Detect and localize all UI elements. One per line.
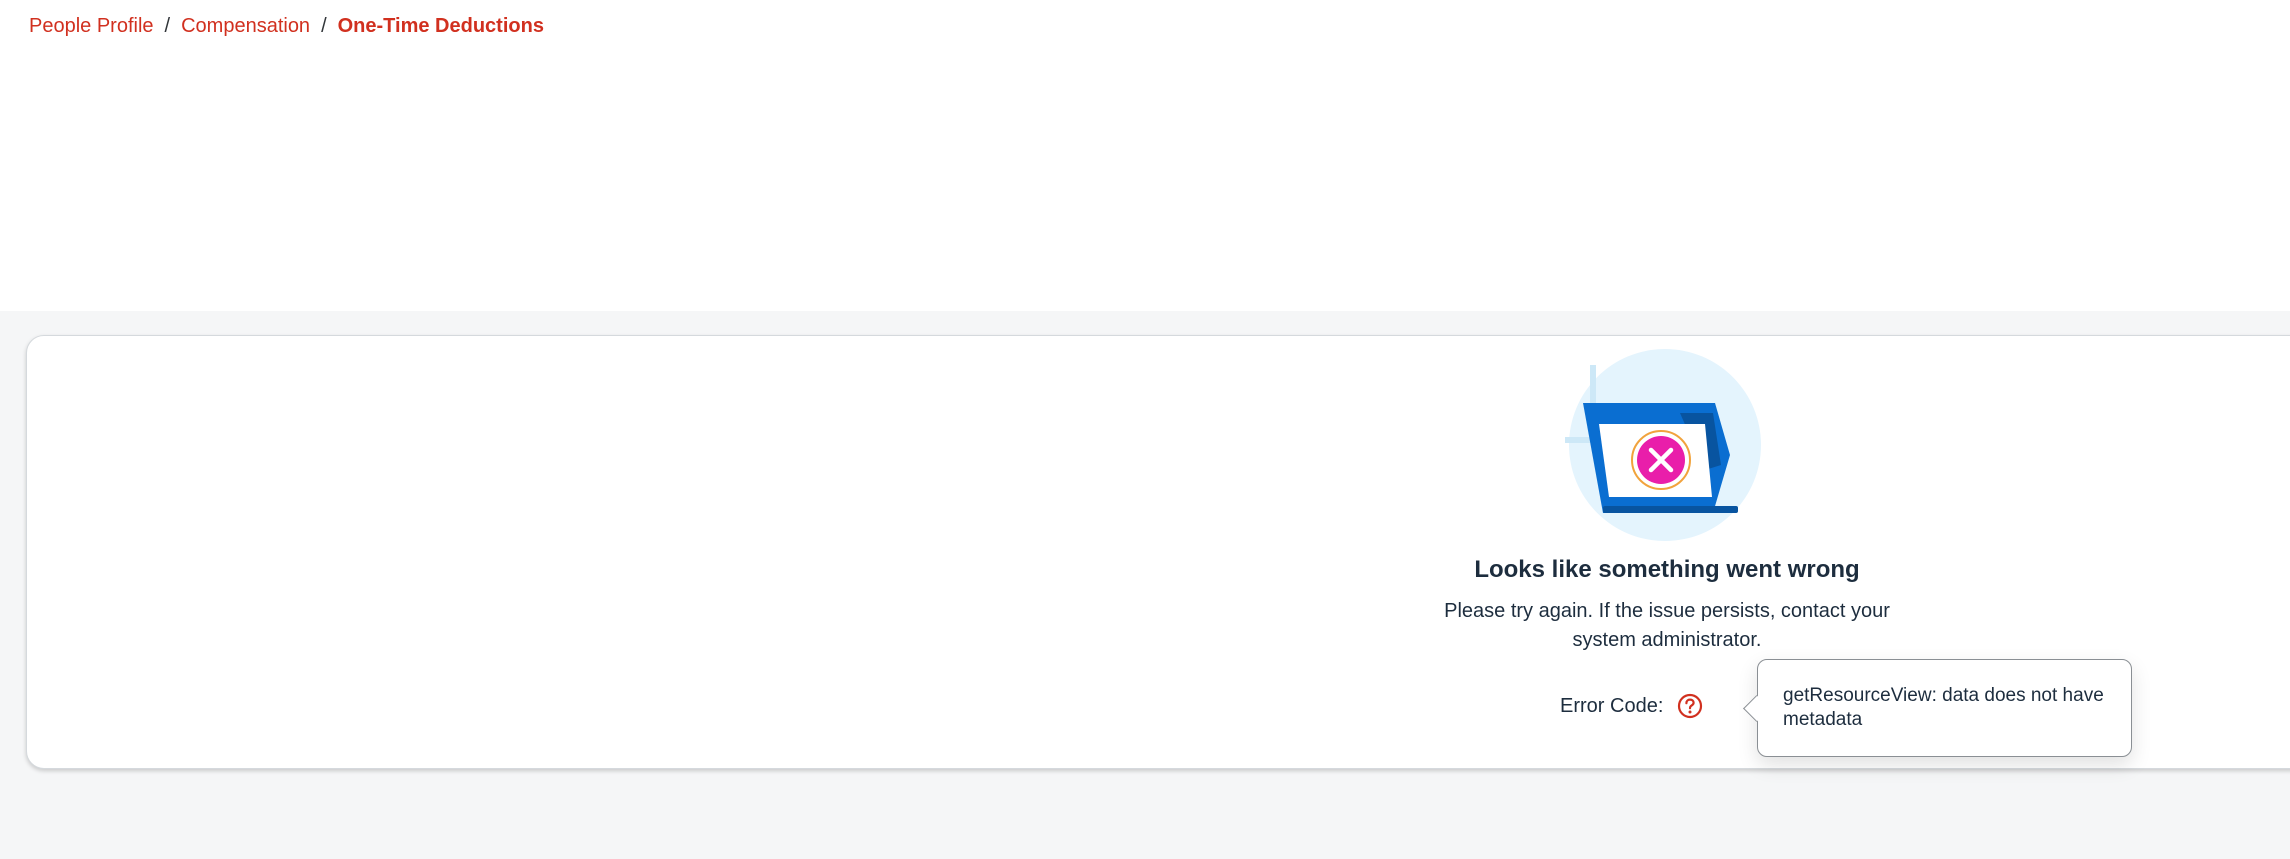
error-code-popover: getResourceView: data does not have meta… <box>1743 659 2132 757</box>
breadcrumb: People Profile / Compensation / One-Time… <box>29 13 544 39</box>
breadcrumb-separator: / <box>321 15 327 37</box>
error-description: Please try again. If the issue persists,… <box>1444 600 1890 651</box>
breadcrumb-link-people-profile[interactable]: People Profile <box>29 13 154 39</box>
error-code-label: Error Code: <box>1560 694 1664 717</box>
popover-text: getResourceView: data does not have meta… <box>1783 685 2104 730</box>
page-header: People Profile / Compensation / One-Time… <box>0 0 2290 311</box>
question-circle-icon[interactable] <box>1677 693 1703 719</box>
breadcrumb-link-compensation[interactable]: Compensation <box>181 13 310 39</box>
broken-folder-error-icon <box>1565 349 1761 541</box>
breadcrumb-separator: / <box>164 15 171 37</box>
error-code-row: Error Code: <box>1560 693 1703 719</box>
breadcrumb-current: One-Time Deductions <box>337 15 544 37</box>
error-title: Looks like something went wrong <box>1474 556 1860 583</box>
